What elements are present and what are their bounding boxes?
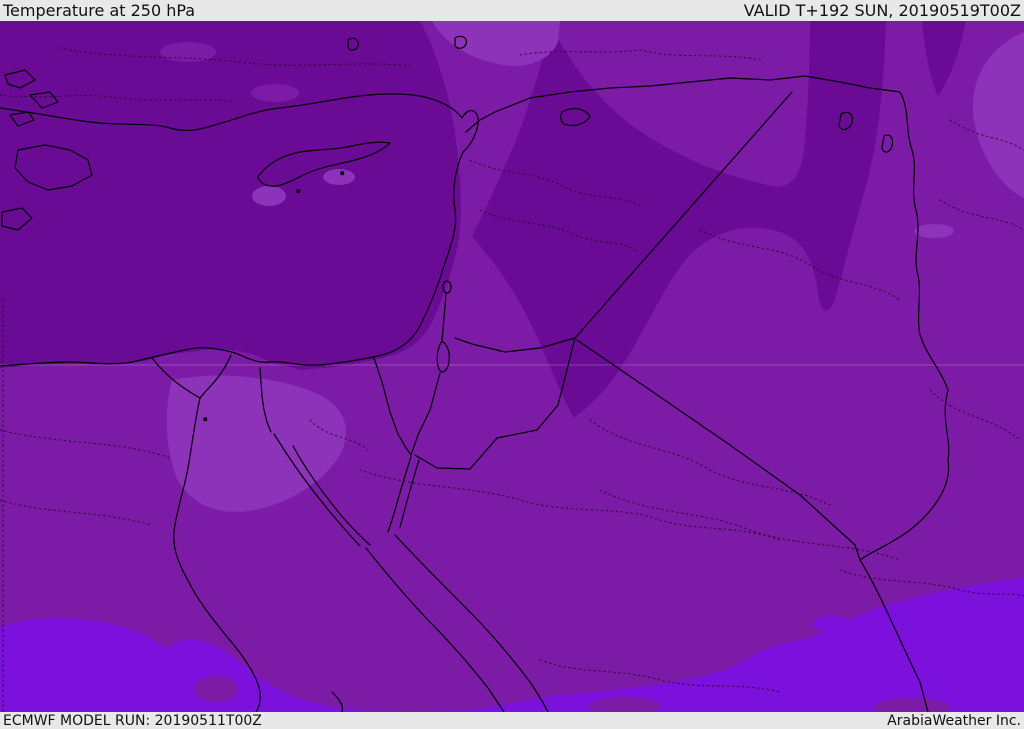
city-dot [296,189,301,194]
map-canvas [0,21,1024,712]
shading-mid-patch-anatolia-2 [251,84,299,102]
shading-light-patch-east [914,224,954,238]
shading-mid-blob-south-1 [194,676,238,702]
shading-bright-patch-isolated [812,616,852,632]
page-title: Temperature at 250 hPa [3,0,196,20]
temperature-map-svg [0,21,1024,712]
model-run-label: ECMWF MODEL RUN: 20190511T00Z [3,712,262,729]
shading-light-sw-cyprus [252,186,286,206]
shading-light-e-cyprus [323,169,355,185]
credit-label: ArabiaWeather Inc. [887,712,1021,729]
shading-dark-northwest [0,21,461,370]
city-dot [203,417,208,422]
weather-map-app: Temperature at 250 hPa VALID T+192 SUN, … [0,0,1024,729]
shading-mid-patch-anatolia-1 [160,42,216,62]
footer-bar: ECMWF MODEL RUN: 20190511T00Z ArabiaWeat… [0,712,1024,729]
header-bar: Temperature at 250 hPa VALID T+192 SUN, … [0,0,1024,21]
city-dot [340,171,345,176]
valid-time-label: VALID T+192 SUN, 20190519T00Z [743,0,1021,20]
